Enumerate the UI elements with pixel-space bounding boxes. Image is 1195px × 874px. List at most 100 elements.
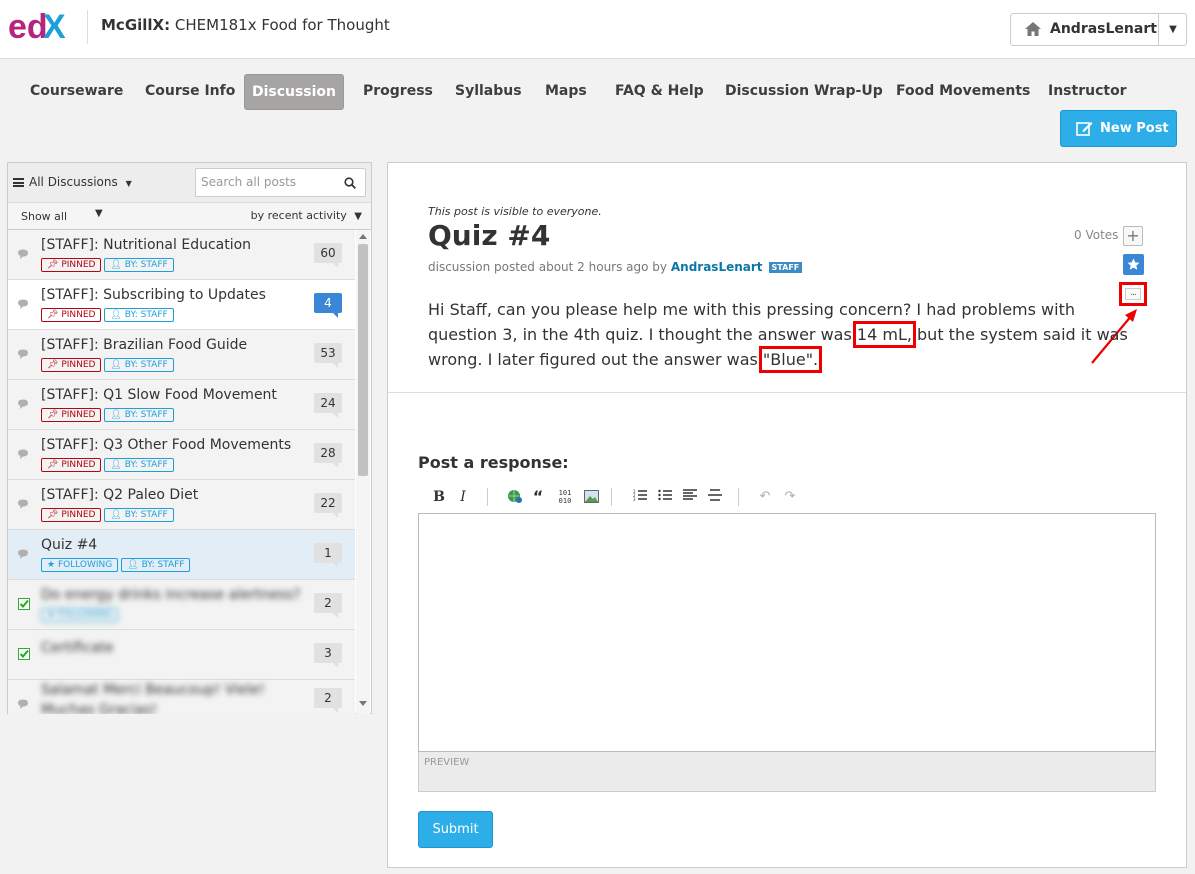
tag-label: PINNED [61,360,96,370]
scroll-up-arrow-icon[interactable] [359,234,367,239]
tab-discussion[interactable]: Discussion [244,74,344,110]
thread-item-selected[interactable]: Quiz #4 ★ FOLLOWING 👤︎ BY: STAFF 1 [8,530,355,580]
tab-maps[interactable]: Maps [532,74,600,110]
undo-icon: ↶ [759,489,771,504]
response-editor[interactable] [418,513,1156,752]
quote-button[interactable]: “ [530,486,546,508]
user-icon: 👤︎ [110,410,122,420]
tab-food-movements[interactable]: Food Movements [883,74,1043,110]
follow-star-button[interactable] [1123,254,1144,275]
sidebar-header: All Discussions ▼ [8,163,371,203]
tab-discussion-wrap-up[interactable]: Discussion Wrap-Up [712,74,896,110]
tab-instructor[interactable]: Instructor [1035,74,1140,110]
search-box[interactable] [195,168,366,197]
username[interactable]: AndrasLenart [1050,21,1157,37]
tab-faq-help[interactable]: FAQ & Help [602,74,717,110]
thread-title: Certificate [41,640,114,656]
code-button[interactable]: 101 010 [557,486,573,508]
horizontal-rule-icon [708,489,722,501]
search-icon[interactable] [344,177,356,189]
response-textarea[interactable] [419,514,1155,751]
tab-progress[interactable]: Progress [350,74,446,110]
new-post-label: New Post [1100,121,1169,136]
thread-item[interactable]: [STAFF]: Q2 Paleo Diet 📌︎ PINNED 👤︎ BY: S… [8,480,355,530]
top-header: ed X McGillX: CHEM181x Food for Thought … [0,0,1195,59]
toolbar-divider [487,488,488,506]
tag-label: FOLLOWING [57,560,113,570]
tag-label: BY: STAFF [124,260,168,270]
search-input[interactable] [201,175,331,189]
scrollbar-thumb[interactable] [358,244,368,476]
horizontal-rule-button[interactable] [707,486,723,508]
toolbar-divider [611,488,612,506]
course-org: McGillX: [101,16,171,34]
thread-item[interactable]: [STAFF]: Q1 Slow Food Movement 📌︎ PINNED… [8,380,355,430]
sort-dropdown[interactable]: by recent activity ▼ [251,209,362,222]
show-all-filter[interactable]: Show all [21,210,67,223]
new-post-button[interactable]: New Post [1060,110,1177,147]
thread-title: [STAFF]: Q2 Paleo Diet [41,487,199,503]
thread-item[interactable]: [STAFF]: Subscribing to Updates 📌︎ PINNE… [8,280,355,330]
thread-list: [STAFF]: Nutritional Education 📌︎ PINNED… [8,230,355,714]
post-title: Quiz #4 [428,219,551,252]
thread-item[interactable]: Do energy drinks increase alertness? ★ F… [8,580,355,630]
user-icon: 👤︎ [127,560,139,570]
comment-count: 2 [314,688,342,713]
tab-course-info[interactable]: Course Info [132,74,248,110]
highlighted-answer-2: "Blue". [758,346,823,373]
staff-tag: 👤︎ BY: STAFF [104,258,174,272]
star-icon: ★ [47,560,56,570]
comment-icon [18,499,28,509]
thread-item[interactable]: [STAFF]: Q3 Other Food Movements 📌︎ PINN… [8,430,355,480]
comment-count: 2 [314,593,342,618]
tab-syllabus[interactable]: Syllabus [442,74,535,110]
sidebar-filter-bar: Show all ▼ by recent activity ▼ [8,203,371,230]
scroll-down-arrow-icon[interactable] [359,701,367,706]
submit-button[interactable]: Submit [418,811,493,848]
redo-button[interactable]: ↷ [783,486,797,508]
user-menu[interactable]: AndrasLenart ▼ [1010,13,1187,46]
user-dropdown-toggle[interactable]: ▼ [1158,14,1187,45]
user-icon: 👤︎ [110,510,122,520]
staff-tag: 👤︎ BY: STAFF [104,408,174,422]
user-icon: 👤︎ [110,360,122,370]
vote-plus-button[interactable]: + [1123,226,1143,246]
thread-tags: 📌︎ PINNED 👤︎ BY: STAFF [41,258,177,272]
staff-badge: STAFF [768,262,803,273]
thread-list-scrollbar[interactable] [356,230,370,714]
svg-text:ed: ed [8,8,48,46]
pinned-tag: 📌︎ PINNED [41,258,102,272]
numbered-list-button[interactable]: 123 [632,486,648,508]
tab-courseware[interactable]: Courseware [17,74,136,110]
edx-logo[interactable]: ed X [8,8,74,46]
thread-item[interactable]: [STAFF]: Brazilian Food Guide 📌︎ PINNED 👤… [8,330,355,380]
pin-icon: 📌︎ [47,260,59,270]
user-icon: 👤︎ [110,310,122,320]
thread-title: [STAFF]: Subscribing to Updates [41,287,266,303]
thread-title: [STAFF]: Nutritional Education [41,237,252,253]
comment-icon [18,399,28,409]
italic-button[interactable]: I [456,486,470,508]
thread-title: [STAFF]: Brazilian Food Guide [41,337,248,353]
pinned-tag: 📌︎ PINNED [41,308,102,322]
link-button[interactable] [506,486,524,508]
thread-item[interactable]: Certificate 3 [8,630,355,680]
thread-tags: 📌︎ PINNED 👤︎ BY: STAFF [41,358,177,372]
quote-icon: “ [532,487,544,506]
thread-item[interactable]: Salamat Merci Beaucoup! Viele! Muchas Gr… [8,680,355,714]
bold-button[interactable]: B [432,486,446,508]
pin-icon: 📌︎ [47,410,59,420]
scope-label: All Discussions [29,175,118,189]
svg-text:3: 3 [633,497,636,501]
comment-count: 28 [314,443,342,468]
all-discussions-dropdown[interactable]: All Discussions ▼ [13,175,132,189]
staff-tag: 👤︎ BY: STAFF [121,558,191,572]
bulleted-list-button[interactable] [657,486,673,508]
thread-tags: 📌︎ PINNED 👤︎ BY: STAFF [41,408,177,422]
heading-button[interactable] [682,486,698,508]
thread-item[interactable]: [STAFF]: Nutritional Education 📌︎ PINNED… [8,230,355,280]
image-button[interactable] [583,486,599,508]
author-link[interactable]: AndrasLenart [671,260,763,274]
caret-down-icon[interactable]: ▼ [95,208,103,219]
undo-button[interactable]: ↶ [758,486,772,508]
